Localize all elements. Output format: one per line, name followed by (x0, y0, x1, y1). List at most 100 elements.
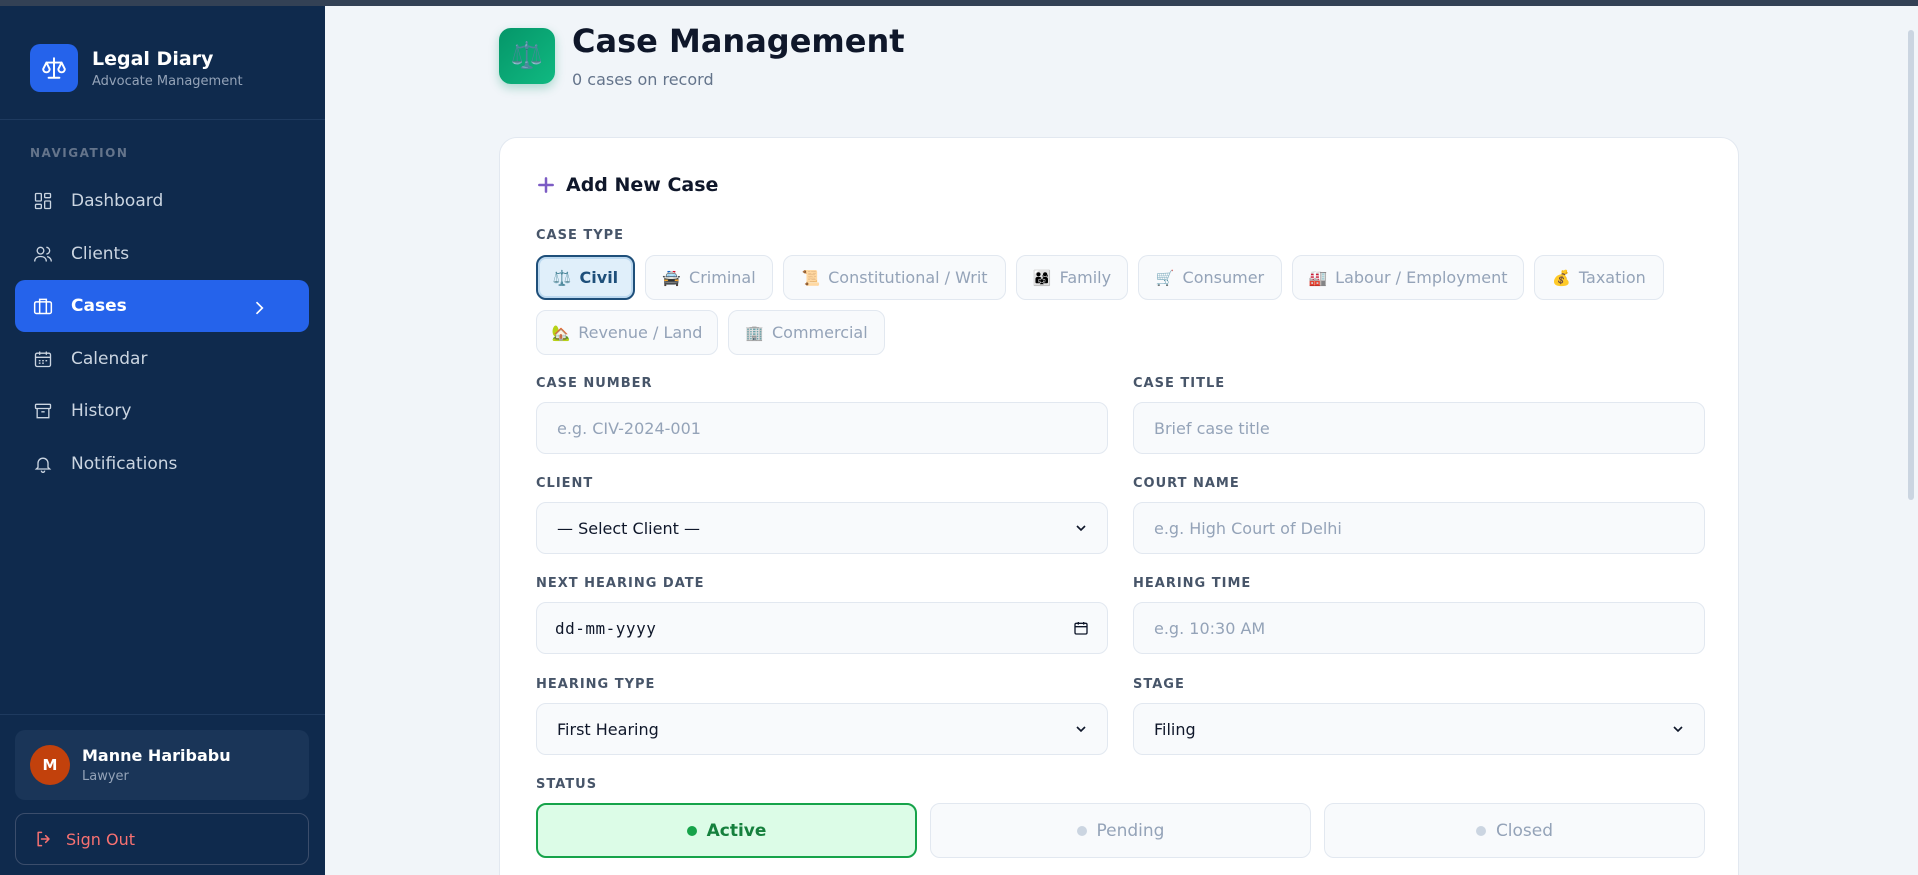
sidebar-item-calendar[interactable]: Calendar (15, 333, 309, 385)
hearing-type-select[interactable]: First Hearing (536, 703, 1108, 755)
status-label-text: Closed (1495, 820, 1554, 841)
bell-icon (34, 457, 52, 473)
chip-label: Criminal (689, 268, 756, 287)
status-pending-button[interactable]: Pending (930, 803, 1311, 858)
case-type-civil[interactable]: ⚖️ Civil (536, 255, 635, 300)
money-bag-icon: 💰 (1552, 268, 1571, 287)
chip-label: Family (1059, 268, 1112, 287)
chip-label: Constitutional / Writ (828, 268, 988, 287)
chevron-down-icon (1673, 726, 1683, 733)
calendar-picker-icon[interactable] (1073, 620, 1089, 636)
date-placeholder: dd-mm-yyyy (555, 618, 657, 638)
sidebar: Legal Diary Advocate Management NAVIGATI… (0, 6, 325, 875)
chip-label: Taxation (1578, 268, 1646, 287)
status-label-text: Active (706, 820, 767, 841)
hearing-type-value: First Hearing (557, 719, 659, 739)
court-name-label: COURT NAME (1133, 476, 1240, 491)
client-label: CLIENT (536, 476, 594, 491)
logout-icon (37, 831, 50, 847)
briefcase-icon (33, 298, 53, 315)
next-hearing-date-input[interactable]: dd-mm-yyyy (536, 602, 1108, 654)
status-label-text: Pending (1096, 820, 1165, 841)
next-hearing-date-label: NEXT HEARING DATE (536, 576, 705, 591)
archive-icon (34, 404, 52, 419)
hearing-time-label: HEARING TIME (1133, 576, 1252, 591)
case-type-commercial[interactable]: 🏢 Commercial (728, 310, 885, 355)
sidebar-item-label: Clients (71, 243, 130, 264)
users-icon (34, 246, 52, 262)
chip-label: Consumer (1182, 268, 1265, 287)
plus-icon (538, 177, 554, 193)
sidebar-item-label: History (71, 401, 132, 422)
scales-icon: ⚖️ (552, 268, 572, 287)
hearing-type-label: HEARING TYPE (536, 677, 656, 692)
scrollbar-thumb[interactable] (1908, 30, 1914, 500)
scroll-icon: 📜 (801, 268, 821, 287)
cart-icon: 🛒 (1155, 268, 1175, 287)
page-subtitle: 0 cases on record (572, 70, 714, 89)
sidebar-item-label: Cases (71, 296, 127, 317)
sidebar-item-label: Calendar (71, 348, 148, 369)
case-number-label: CASE NUMBER (536, 376, 653, 391)
chevron-down-icon (1076, 726, 1086, 733)
status-dot (1076, 825, 1087, 836)
case-type-consumer[interactable]: 🛒 Consumer (1138, 255, 1282, 300)
status-dot (686, 825, 697, 836)
add-case-card: Add New Case CASE TYPE ⚖️ Civil 🚔 Crimin… (499, 137, 1739, 875)
client-select-value: — Select Client — (557, 518, 700, 538)
sidebar-nav: Dashboard Clients Cases Calendar History… (15, 175, 309, 491)
case-title-label: CASE TITLE (1133, 376, 1226, 391)
status-closed-button[interactable]: Closed (1324, 803, 1705, 858)
stage-select[interactable]: Filing (1133, 703, 1705, 755)
card-heading: Add New Case (536, 174, 718, 196)
chip-label: Labour / Employment (1335, 268, 1508, 287)
stage-value: Filing (1154, 719, 1196, 739)
sidebar-item-clients[interactable]: Clients (15, 228, 309, 280)
case-type-family[interactable]: 👨‍👩‍👧 Family (1016, 255, 1128, 300)
case-type-constitutional[interactable]: 📜 Constitutional / Writ (783, 255, 1006, 300)
factory-icon: 🏭 (1308, 268, 1328, 287)
brand-subtitle: Advocate Management (92, 73, 243, 89)
client-select[interactable]: — Select Client — (536, 502, 1108, 554)
case-number-input[interactable]: e.g. CIV-2024-001 (536, 402, 1108, 454)
case-type-revenue[interactable]: 🏡 Revenue / Land (536, 310, 718, 355)
house-icon: 🏡 (551, 323, 571, 342)
page-scales-icon: ⚖️ (499, 28, 555, 84)
hearing-time-input[interactable]: e.g. 10:30 AM (1133, 602, 1705, 654)
card-heading-text: Add New Case (566, 174, 719, 196)
chip-label: Revenue / Land (578, 323, 703, 342)
brand[interactable]: Legal Diary Advocate Management (30, 44, 243, 92)
sign-out-label: Sign Out (66, 829, 135, 849)
case-type-taxation[interactable]: 💰 Taxation (1534, 255, 1664, 300)
sidebar-item-dashboard[interactable]: Dashboard (15, 175, 309, 227)
office-building-icon: 🏢 (745, 323, 764, 342)
page-title: Case Management (572, 22, 905, 60)
sidebar-item-cases[interactable]: Cases (15, 280, 309, 333)
sidebar-divider (0, 119, 325, 120)
status-active-button[interactable]: Active (536, 803, 917, 858)
sidebar-item-notifications[interactable]: Notifications (15, 438, 309, 490)
case-type-criminal[interactable]: 🚔 Criminal (645, 255, 773, 300)
family-icon: 👨‍👩‍👧 (1032, 268, 1052, 287)
chevron-right-icon (255, 301, 264, 315)
case-type-labour[interactable]: 🏭 Labour / Employment (1292, 255, 1524, 300)
chip-label: Commercial (771, 323, 868, 342)
sidebar-divider (0, 714, 325, 715)
chevron-down-icon (1076, 525, 1086, 532)
grid-icon (34, 192, 52, 210)
avatar: M (30, 745, 70, 785)
status-dot (1475, 825, 1486, 836)
sign-out-button[interactable]: Sign Out (15, 813, 309, 865)
nav-section-label: NAVIGATION (30, 146, 129, 160)
brand-title: Legal Diary (92, 47, 214, 70)
sidebar-item-history[interactable]: History (15, 385, 309, 437)
court-name-input[interactable]: e.g. High Court of Delhi (1133, 502, 1705, 554)
case-title-input[interactable]: Brief case title (1133, 402, 1705, 454)
user-card[interactable]: M Manne Haribabu Lawyer (15, 730, 309, 800)
police-car-icon: 🚔 (662, 268, 682, 287)
user-role: Lawyer (82, 769, 129, 784)
stage-label: STAGE (1133, 677, 1185, 692)
user-name: Manne Haribabu (82, 746, 231, 765)
calendar-icon (34, 351, 52, 367)
scales-icon (30, 44, 78, 92)
